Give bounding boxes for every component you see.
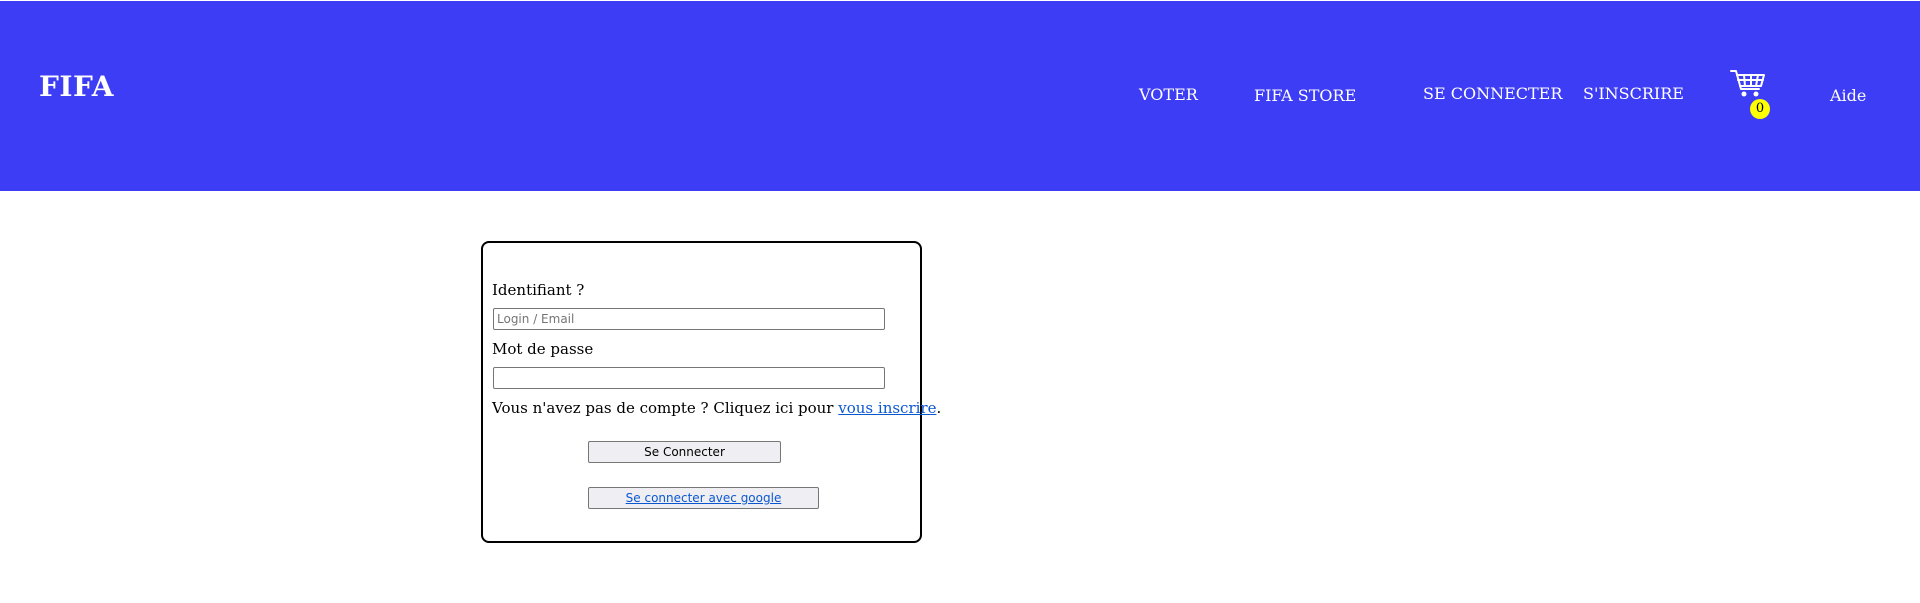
identifier-label: Identifiant ? [492,281,585,299]
login-submit-button[interactable]: Se Connecter [588,441,781,463]
signup-prompt-suffix: . [936,399,942,417]
password-label: Mot de passe [492,340,594,358]
google-login-link[interactable]: Se connecter avec google [626,491,782,505]
site-logo[interactable]: FIFA [39,70,114,103]
nav-link-voter[interactable]: VOTER [1139,85,1198,104]
signup-prompt-text: Vous n'avez pas de compte ? Cliquez ici … [492,399,834,417]
nav-link-signup[interactable]: S'INSCRIRE [1583,84,1684,103]
password-input[interactable] [493,367,885,389]
google-login-button[interactable]: Se connecter avec google [588,487,819,509]
nav-link-fifa-store[interactable]: FIFA STORE [1254,86,1356,105]
signup-link[interactable]: vous inscrire [838,399,936,417]
nav-link-help[interactable]: Aide [1830,86,1866,105]
cart-button[interactable]: 0 [1730,67,1770,119]
login-email-input[interactable] [493,308,885,330]
site-header: FIFA VOTER FIFA STORE SE CONNECTER S'INS… [0,1,1920,191]
login-form: Identifiant ? Mot de passe Vous n'avez p… [481,241,941,543]
nav-link-login[interactable]: SE CONNECTER [1423,84,1562,103]
signup-prompt: Vous n'avez pas de compte ? Cliquez ici … [492,399,941,417]
cart-count-badge: 0 [1750,99,1770,119]
shopping-cart-icon [1730,70,1765,97]
